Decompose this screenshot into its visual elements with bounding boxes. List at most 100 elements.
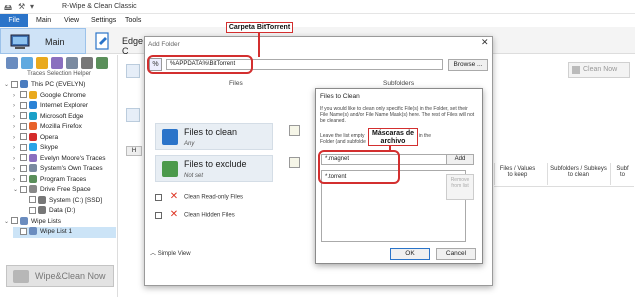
quick-access-menu-icon[interactable]: ▾ bbox=[30, 2, 34, 11]
tree-item-label: Opera bbox=[40, 133, 59, 141]
menu-view[interactable]: View bbox=[64, 14, 79, 27]
tree-item-checkbox[interactable] bbox=[20, 227, 27, 235]
tree-item[interactable]: › Skype bbox=[13, 143, 116, 154]
menu-file[interactable]: File bbox=[0, 14, 28, 27]
tree-item-checkbox[interactable] bbox=[20, 175, 27, 183]
col-files-to-keep[interactable]: Files / Values to keep bbox=[494, 163, 540, 185]
tree-item-checkbox[interactable] bbox=[20, 122, 27, 130]
chevron-right-icon[interactable]: › bbox=[13, 154, 20, 165]
tree-item-checkbox[interactable] bbox=[20, 154, 27, 162]
tree-item-checkbox[interactable] bbox=[29, 206, 36, 214]
clean-now-button[interactable]: Clean Now bbox=[568, 62, 630, 78]
tree-item-checkbox[interactable] bbox=[20, 112, 27, 120]
globe-icon[interactable] bbox=[21, 57, 33, 69]
tree-item[interactable]: › Program Traces bbox=[13, 174, 116, 186]
chevron-right-icon[interactable]: › bbox=[13, 112, 20, 123]
tree-item-icon bbox=[29, 101, 37, 110]
clean-readonly-checkbox[interactable] bbox=[155, 193, 162, 201]
tree-item-label: System's Own Traces bbox=[40, 165, 103, 172]
col-subfolders-to[interactable]: Subf to bbox=[610, 163, 634, 185]
quick-access-icon[interactable]: ⚒ bbox=[18, 2, 25, 11]
list-icon[interactable] bbox=[96, 57, 108, 69]
tree-item[interactable]: ⌄ Drive Free Space bbox=[13, 185, 116, 196]
edit-files-to-exclude-icon[interactable] bbox=[289, 157, 300, 168]
files-to-exclude-title: Files to exclude bbox=[184, 159, 247, 169]
folder-edit-icon[interactable] bbox=[126, 108, 140, 122]
clean-hidden-option[interactable]: ✕ Clean Hidden Files bbox=[155, 209, 235, 221]
tree-item-checkbox[interactable] bbox=[11, 80, 18, 88]
files-to-clean-card[interactable]: Files to clean Any bbox=[155, 123, 273, 150]
computer-icon[interactable] bbox=[6, 57, 18, 69]
chevron-down-icon[interactable]: ⌄ bbox=[4, 217, 11, 228]
chevron-up-icon: ︿ bbox=[150, 251, 157, 257]
chevron-right-icon[interactable]: › bbox=[13, 143, 20, 154]
ribbon-edge-button[interactable]: Edge C bbox=[90, 28, 150, 56]
clean-hidden-checkbox[interactable] bbox=[155, 211, 162, 219]
wipe-icon bbox=[13, 270, 29, 283]
tree-item-checkbox[interactable] bbox=[29, 196, 36, 204]
tree-item[interactable]: Wipe List 1 bbox=[13, 227, 116, 238]
files-to-clean-dialog-title: Files to Clean bbox=[320, 93, 360, 100]
tree-item-checkbox[interactable] bbox=[20, 133, 27, 141]
chevron-right-icon[interactable]: › bbox=[13, 101, 20, 112]
menu-settings[interactable]: Settings bbox=[91, 14, 116, 27]
tree-item-checkbox[interactable] bbox=[11, 217, 18, 225]
tree-item[interactable]: Data (D:) bbox=[22, 206, 116, 217]
user-icon[interactable] bbox=[51, 57, 63, 69]
chevron-right-icon[interactable]: › bbox=[13, 122, 20, 133]
tree-item-checkbox[interactable] bbox=[20, 185, 27, 193]
tree-item[interactable]: ⌄ This PC (EVELYN) bbox=[4, 80, 116, 91]
tree-item[interactable]: › Microsoft Edge bbox=[13, 111, 116, 123]
drive-icon[interactable] bbox=[81, 57, 93, 69]
tree-item[interactable]: › Google Chrome bbox=[13, 90, 116, 102]
chevron-right-icon[interactable]: › bbox=[13, 164, 20, 175]
chevron-right-icon[interactable]: › bbox=[13, 133, 20, 144]
folder-callout: Carpeta BitTorrent bbox=[226, 22, 293, 33]
menu-tools[interactable]: Tools bbox=[125, 14, 141, 27]
tree-item-checkbox[interactable] bbox=[20, 101, 27, 109]
tree-item-checkbox[interactable] bbox=[20, 91, 27, 99]
clean-readonly-option[interactable]: ✕ Clean Read-only Files bbox=[155, 191, 243, 203]
col-subfolders-to-clean[interactable]: Subfolders / Subkeys to clean bbox=[547, 163, 609, 185]
edit-files-to-clean-icon[interactable] bbox=[289, 125, 300, 136]
tree-item-icon bbox=[29, 164, 37, 173]
browse-button[interactable]: Browse ... bbox=[448, 59, 488, 71]
chevron-down-icon[interactable]: ⌄ bbox=[13, 185, 20, 196]
cancel-button[interactable]: Cancel bbox=[436, 248, 476, 260]
tree-item[interactable]: › System's Own Traces bbox=[13, 164, 116, 175]
menu-main[interactable]: Main bbox=[36, 14, 51, 27]
chevron-down-icon[interactable]: ⌄ bbox=[4, 80, 11, 91]
chrome-icon[interactable] bbox=[36, 57, 48, 69]
folder-add-icon[interactable] bbox=[126, 64, 140, 78]
tree-item[interactable]: › Evelyn Moore's Traces bbox=[13, 153, 116, 165]
help-button[interactable]: H bbox=[126, 146, 142, 156]
tree-item[interactable]: ⌄ Wipe Lists bbox=[4, 216, 116, 228]
traces-helper-label: Traces Selection Helper bbox=[27, 71, 91, 77]
wipe-clean-now-button[interactable]: Wipe&Clean Now bbox=[6, 265, 114, 287]
tree-item-icon bbox=[29, 153, 37, 162]
ribbon-main-button[interactable]: Main bbox=[0, 28, 86, 54]
tree-item-label: Microsoft Edge bbox=[40, 112, 84, 120]
tree-item-icon bbox=[29, 132, 37, 141]
ok-button[interactable]: OK bbox=[390, 248, 430, 260]
files-header: Files bbox=[229, 80, 243, 87]
tree-item[interactable]: › Opera bbox=[13, 132, 116, 144]
clean-now-label: Clean Now bbox=[583, 66, 618, 73]
wipe-clean-now-label: Wipe&Clean Now bbox=[35, 271, 106, 281]
tree-item[interactable]: › Internet Explorer bbox=[13, 101, 116, 112]
tree-item-icon bbox=[29, 185, 37, 194]
tree-item-checkbox[interactable] bbox=[20, 143, 27, 151]
remove-from-list-button[interactable]: Remove from list bbox=[446, 174, 474, 200]
title-bar: 🖴 ⚒ ▾ R-Wipe & Clean Classic bbox=[0, 0, 635, 14]
close-icon[interactable]: ✕ bbox=[481, 37, 489, 48]
files-to-exclude-card[interactable]: Files to exclude Not set bbox=[155, 155, 273, 182]
chevron-right-icon[interactable]: › bbox=[13, 91, 20, 102]
add-mask-button[interactable]: Add bbox=[446, 154, 474, 165]
tree-item[interactable]: › Mozilla Firefox bbox=[13, 122, 116, 133]
tree-item-checkbox[interactable] bbox=[20, 164, 27, 172]
simple-view-toggle[interactable]: ︿ Simple View bbox=[150, 248, 191, 257]
files-to-clean-value: Any bbox=[184, 141, 195, 147]
gear-icon[interactable] bbox=[66, 57, 78, 69]
tree-item[interactable]: System (C:) [SSD] bbox=[22, 195, 116, 207]
chevron-right-icon[interactable]: › bbox=[13, 175, 20, 186]
